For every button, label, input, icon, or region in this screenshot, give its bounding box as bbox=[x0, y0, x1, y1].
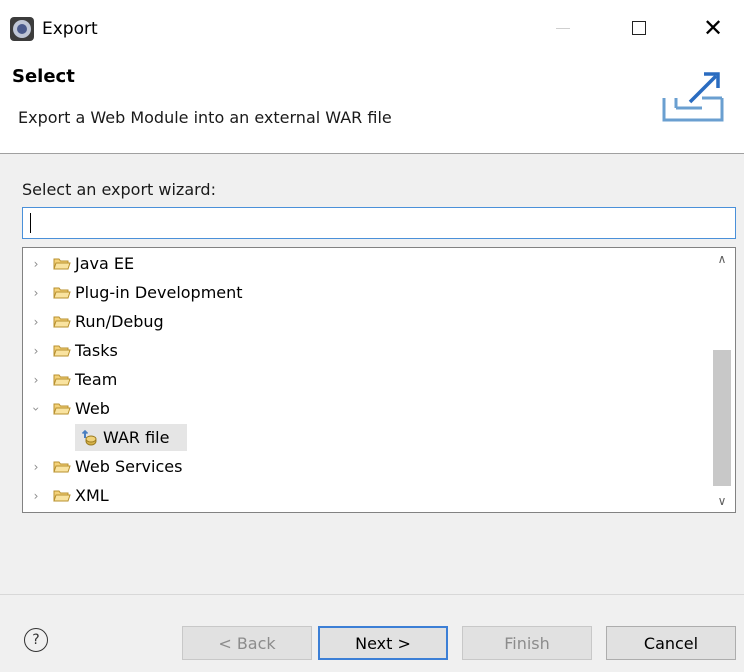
chevron-right-icon[interactable]: › bbox=[29, 489, 43, 503]
tree-item-label: Web Services bbox=[75, 457, 183, 476]
eclipse-app-icon bbox=[10, 17, 34, 41]
tree-item-war-file[interactable]: WAR file bbox=[23, 423, 709, 452]
tree-item-label: XML bbox=[75, 486, 109, 505]
chevron-right-icon[interactable]: › bbox=[29, 460, 43, 474]
minimize-button[interactable] bbox=[540, 10, 586, 46]
tree-item-web[interactable]: › Web bbox=[23, 394, 709, 423]
tree-item-xml[interactable]: › XML bbox=[23, 481, 709, 510]
tree-item-label: Plug-in Development bbox=[75, 283, 243, 302]
tree-item-label: Team bbox=[75, 370, 118, 389]
folder-icon bbox=[53, 287, 71, 298]
banner-description: Export a Web Module into an external WAR… bbox=[18, 108, 392, 127]
folder-icon bbox=[53, 258, 71, 269]
tree-item-label: WAR file bbox=[103, 428, 170, 447]
scroll-down-button[interactable]: ∨ bbox=[709, 490, 735, 512]
chevron-down-icon[interactable]: › bbox=[29, 402, 43, 416]
window-title: Export bbox=[42, 19, 98, 39]
help-button[interactable]: ? bbox=[24, 628, 48, 652]
folder-icon bbox=[53, 316, 71, 327]
wizard-filter-input[interactable] bbox=[22, 207, 736, 239]
tree-item-team[interactable]: › Team bbox=[23, 365, 709, 394]
chevron-right-icon[interactable]: › bbox=[29, 373, 43, 387]
export-banner-icon bbox=[656, 68, 734, 126]
folder-icon bbox=[53, 461, 71, 472]
tree-item-web-services[interactable]: › Web Services bbox=[23, 452, 709, 481]
minimize-icon bbox=[556, 27, 570, 29]
maximize-icon bbox=[632, 21, 646, 35]
chevron-right-icon[interactable]: › bbox=[29, 344, 43, 358]
back-button[interactable]: < Back bbox=[182, 626, 312, 660]
close-icon: ✕ bbox=[702, 14, 724, 42]
folder-icon bbox=[53, 490, 71, 501]
banner-title: Select bbox=[12, 66, 75, 87]
folder-icon bbox=[53, 374, 71, 385]
scroll-thumb[interactable] bbox=[713, 350, 731, 486]
cancel-button[interactable]: Cancel bbox=[606, 626, 736, 660]
wizard-banner: Select Export a Web Module into an exter… bbox=[0, 58, 744, 154]
tree-item-plug-in-development[interactable]: › Plug-in Development bbox=[23, 278, 709, 307]
tree-item-label: Web bbox=[75, 399, 110, 418]
maximize-button[interactable] bbox=[616, 10, 662, 46]
tree-item-label: Run/Debug bbox=[75, 312, 164, 331]
war-file-icon bbox=[81, 429, 97, 445]
chevron-right-icon[interactable]: › bbox=[29, 257, 43, 271]
finish-button[interactable]: Finish bbox=[462, 626, 592, 660]
text-caret bbox=[30, 213, 31, 233]
export-dialog: Export ✕ Select Export a Web Module into… bbox=[0, 0, 744, 672]
chevron-right-icon[interactable]: › bbox=[29, 286, 43, 300]
close-button[interactable]: ✕ bbox=[690, 10, 736, 46]
wizard-label: Select an export wizard: bbox=[22, 180, 216, 199]
help-icon: ? bbox=[32, 632, 40, 648]
scroll-up-button[interactable]: ∧ bbox=[709, 248, 735, 270]
chevron-down-icon: ∨ bbox=[717, 494, 727, 508]
folder-open-icon bbox=[53, 403, 71, 414]
chevron-right-icon[interactable]: › bbox=[29, 315, 43, 329]
footer-separator bbox=[0, 594, 744, 595]
vertical-scrollbar[interactable]: ∧ ∨ bbox=[709, 248, 735, 512]
folder-icon bbox=[53, 345, 71, 356]
tree-item-tasks[interactable]: › Tasks bbox=[23, 336, 709, 365]
tree-item-java-ee[interactable]: › Java EE bbox=[23, 249, 709, 278]
tree-item-label: Java EE bbox=[75, 254, 135, 273]
title-bar: Export ✕ bbox=[0, 0, 744, 58]
tree-item-run-debug[interactable]: › Run/Debug bbox=[23, 307, 709, 336]
next-button[interactable]: Next > bbox=[318, 626, 448, 660]
chevron-up-icon: ∧ bbox=[717, 252, 727, 266]
tree-item-label: Tasks bbox=[75, 341, 118, 360]
wizard-tree[interactable]: › Java EE › Plug-in Development › Run/De… bbox=[22, 247, 736, 513]
